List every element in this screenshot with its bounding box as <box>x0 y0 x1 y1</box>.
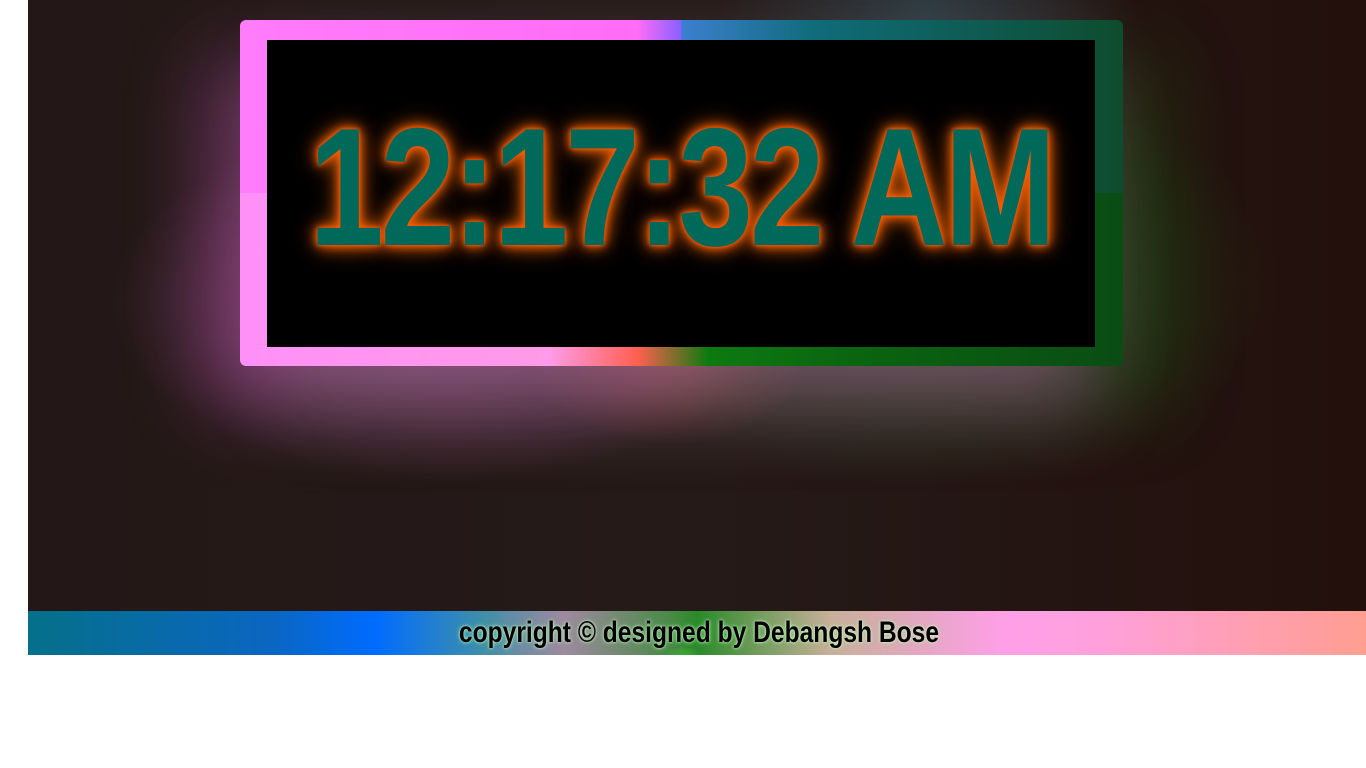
footer-bar: copyright © designed by Debangsh Bose <box>28 611 1366 655</box>
time-readout: 12:17:32 AM <box>308 92 1056 281</box>
clock-frame: 12:17:32 AM <box>240 20 1123 366</box>
clock-display: 12:17:32 AM <box>267 40 1095 347</box>
clock-stage: 12:17:32 AM <box>28 0 1366 611</box>
copyright-text: copyright © designed by Debangsh Bose <box>458 616 940 649</box>
